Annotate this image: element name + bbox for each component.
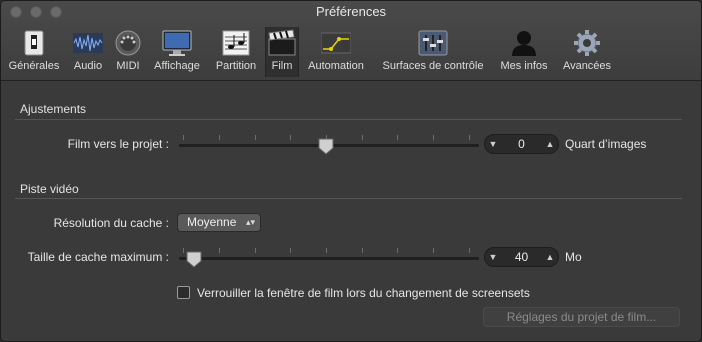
decrement-arrow-icon[interactable]: ▼ — [485, 248, 501, 266]
section-title-piste-video: Piste vidéo — [20, 182, 79, 196]
tab-automation[interactable]: Automation — [303, 27, 369, 77]
slider-tick — [397, 135, 398, 140]
gear-icon — [572, 29, 602, 57]
slider-tick — [362, 135, 363, 140]
audio-waveform-icon — [73, 29, 103, 57]
updown-chevron-icon: ▴▾ — [245, 217, 255, 227]
tab-surfaces-de-controle[interactable]: Surfaces de contrôle — [377, 27, 489, 77]
preferences-window: Préférences Générales Audio MIDI Afficha… — [0, 0, 702, 342]
film-offset-value[interactable]: 0 — [501, 135, 542, 153]
slider-track — [179, 257, 479, 260]
divider — [15, 198, 682, 199]
slider-tick — [433, 248, 434, 253]
music-score-icon — [221, 29, 251, 57]
slider-tick — [183, 248, 184, 253]
film-offset-unit: Quart d’images — [565, 137, 647, 151]
tab-film[interactable]: Film — [265, 27, 299, 77]
movie-project-settings-button[interactable]: Réglages du projet de film... — [483, 307, 680, 327]
monitor-icon — [162, 29, 192, 57]
slider-tick — [326, 248, 327, 253]
slider-tick — [290, 248, 291, 253]
cache-max-size-unit: Mo — [565, 250, 582, 264]
cache-resolution-value: Moyenne — [187, 215, 237, 229]
cache-resolution-popup[interactable]: Moyenne ▴▾ — [177, 213, 261, 232]
tab-affichage[interactable]: Affichage — [148, 27, 206, 77]
fader-control-icon — [418, 29, 448, 57]
clapperboard-icon — [267, 29, 297, 57]
window-title: Préférences — [315, 4, 387, 19]
slider-thumb[interactable] — [318, 138, 334, 155]
slider-tick — [397, 248, 398, 253]
slider-tick — [219, 248, 220, 253]
tab-avancees[interactable]: Avancées — [557, 27, 617, 77]
tab-partition[interactable]: Partition — [210, 27, 262, 77]
lock-window-checkbox[interactable] — [177, 286, 190, 299]
slider-tick — [362, 248, 363, 253]
cache-max-size-value[interactable]: 40 — [501, 248, 542, 266]
slider-tick — [433, 135, 434, 140]
slider-tick — [469, 135, 470, 140]
automation-curve-icon — [320, 29, 352, 57]
slider-thumb[interactable] — [186, 251, 202, 268]
tab-generales[interactable]: Générales — [5, 27, 63, 77]
cache-max-size-label: Taille de cache maximum : — [27, 250, 169, 264]
lock-window-label[interactable]: Verrouiller la fenêtre de film lors du c… — [197, 286, 530, 300]
user-silhouette-icon — [509, 29, 539, 57]
tab-audio[interactable]: Audio — [69, 27, 107, 77]
film-offset-stepper[interactable]: ▼ 0 ▲ — [484, 134, 559, 154]
title-bar: Préférences Générales Audio MIDI Afficha… — [1, 1, 701, 81]
cache-resolution-label: Résolution du cache : — [53, 216, 169, 230]
increment-arrow-icon[interactable]: ▲ — [542, 248, 558, 266]
slider-tick — [255, 135, 256, 140]
cache-max-size-stepper[interactable]: ▼ 40 ▲ — [484, 247, 559, 267]
divider — [15, 119, 682, 120]
increment-arrow-icon[interactable]: ▲ — [542, 135, 558, 153]
tab-midi[interactable]: MIDI — [111, 27, 145, 77]
section-title-ajustements: Ajustements — [20, 102, 87, 116]
slider-tick — [255, 248, 256, 253]
slider-tick — [469, 248, 470, 253]
decrement-arrow-icon[interactable]: ▼ — [485, 135, 501, 153]
slider-tick — [219, 135, 220, 140]
switch-icon — [19, 29, 49, 57]
slider-tick — [183, 135, 184, 140]
tab-mes-infos[interactable]: Mes infos — [495, 27, 553, 77]
film-offset-label: Film vers le projet : — [67, 137, 169, 151]
slider-tick — [290, 135, 291, 140]
midi-connector-icon — [113, 29, 143, 57]
